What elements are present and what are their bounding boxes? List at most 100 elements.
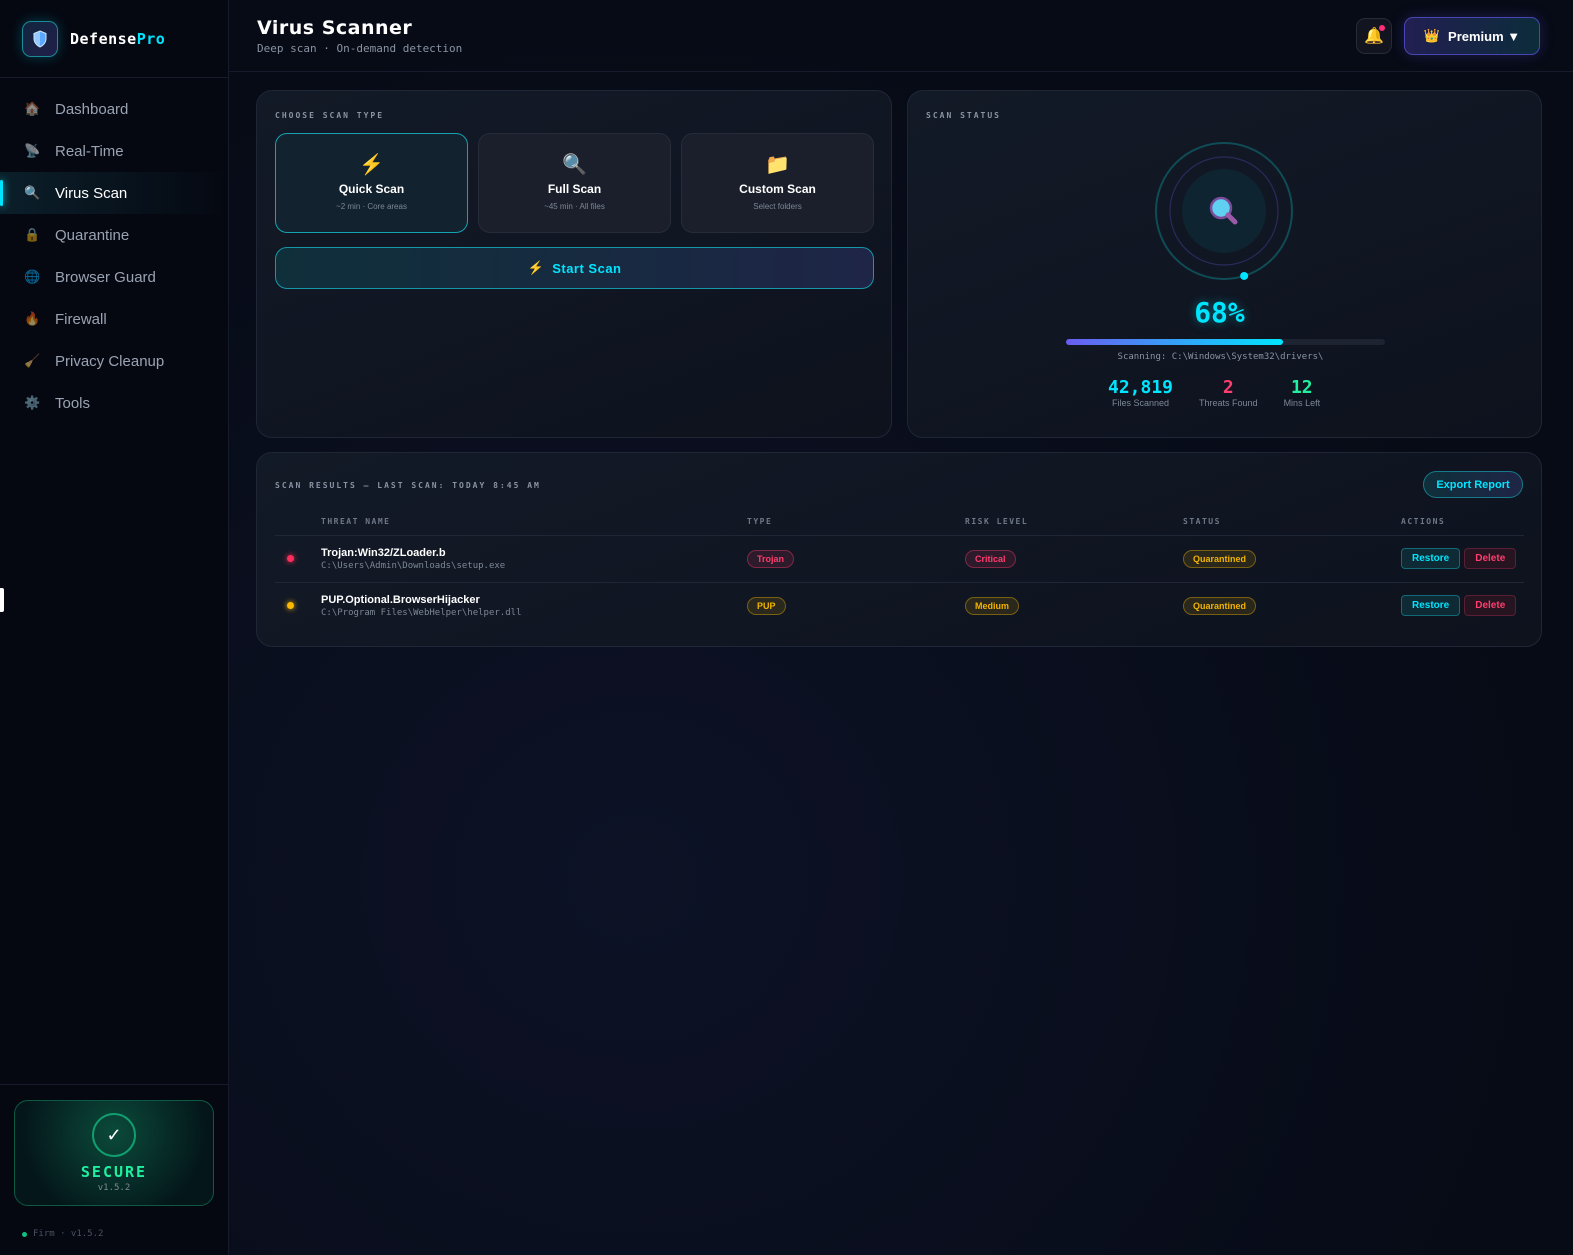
threat-type-badge: Trojan [747, 549, 795, 568]
check-icon: ✓ [92, 1113, 136, 1157]
brand-name: DefensePro [70, 29, 166, 48]
lock-icon: 🔒 [24, 227, 41, 242]
stat-label: Files Scanned [1111, 398, 1170, 408]
stat-label: Threats Found [1199, 398, 1258, 408]
results-table: THREAT NAME TYPE RISK LEVEL STATUS ACTIONS T… [275, 517, 1524, 629]
sidebar-item-tools[interactable]: ⚙️ Tools [0, 382, 228, 424]
stat-value: 2 [1222, 377, 1234, 398]
header: Virus Scanner Deep scan · On-demand dete… [229, 0, 1573, 72]
scan-percent: 68% [1194, 296, 1245, 329]
threat-name: Trojan:Win32/ZLoader.b [321, 546, 446, 559]
sidebar-item-label: Tools [55, 394, 91, 412]
risk-level-badge: Critical [965, 549, 1016, 568]
export-report-button[interactable]: Export Report [1423, 471, 1523, 498]
start-scan-button[interactable]: ⚡ Start Scan [275, 247, 874, 289]
shield-logo-icon [22, 20, 58, 57]
lightning-icon: ⚡ [527, 260, 545, 275]
scan-option-name: Full Scan [547, 182, 602, 196]
column-header: TYPE [747, 517, 965, 536]
stat-value: 12 [1290, 377, 1313, 398]
severity-dot-icon [287, 602, 294, 610]
sidebar-item-label: Real-Time [55, 142, 124, 160]
sidebar-item-virus-scan[interactable]: 🔍 Virus Scan [0, 172, 228, 214]
scan-results-heading: SCAN RESULTS — LAST SCAN: TODAY 8:45 AM [275, 481, 541, 490]
threat-path: C:\Program Files\WebHelper\helper.dll [321, 607, 522, 618]
magnifier-icon: 🔍 [562, 154, 587, 176]
scan-option-desc: Select folders [753, 202, 802, 211]
risk-level-badge: Medium [965, 596, 1020, 615]
stat-files-scanned: 42,819 Files Scanned [1108, 377, 1173, 408]
brand: DefensePro [0, 0, 228, 78]
lightning-icon: ⚡ [359, 154, 384, 176]
scan-option-desc: ~45 min · All files [544, 202, 605, 211]
scan-option-full-scan[interactable]: 🔍 Full Scan ~45 min · All files [478, 133, 671, 233]
table-row: Trojan:Win32/ZLoader.b C:\Users\Admin\Dow… [275, 535, 1524, 583]
scan-results-card: SCAN RESULTS — LAST SCAN: TODAY 8:45 AM … [256, 452, 1542, 647]
scan-option-quick-scan[interactable]: ⚡ Quick Scan ~2 min · Core areas [275, 133, 468, 233]
scan-option-custom-scan[interactable]: 📁 Custom Scan Select folders [681, 133, 874, 233]
scan-option-desc: ~2 min · Core areas [336, 202, 407, 211]
sidebar-item-browser-guard[interactable]: 🌐 Browser Guard [0, 256, 228, 298]
column-header [275, 517, 321, 536]
sidebar-nav: 🏠 Dashboard 📡 Real-Time 🔍 Virus Scan 🔒 Quaranti… [0, 88, 228, 424]
sidebar-item-label: Dashboard [55, 100, 129, 118]
scroll-handle[interactable] [0, 588, 4, 612]
delete-button[interactable]: Delete [1464, 548, 1517, 569]
status-badge: Quarantined [1183, 549, 1257, 568]
threat-path: C:\Users\Admin\Downloads\setup.exe [321, 560, 506, 571]
sidebar: DefensePro 🏠 Dashboard 📡 Real-Time 🔍 Virus Sc… [0, 0, 229, 1255]
scan-progress-ring [1155, 142, 1293, 280]
notification-badge [1379, 25, 1385, 31]
column-header: RISK LEVEL [965, 517, 1183, 536]
security-status-label: SECURE [80, 1163, 148, 1181]
sidebar-footer: ✓ SECURE v1.5.2 Firm · v1.5.2 [0, 1084, 228, 1239]
scan-option-name: Custom Scan [739, 182, 816, 196]
sidebar-item-label: Firewall [55, 310, 107, 328]
sidebar-item-label: Quarantine [55, 226, 130, 244]
sidebar-item-label: Browser Guard [55, 268, 156, 286]
premium-dropdown[interactable]: 👑 Premium ▼ [1404, 17, 1540, 55]
satellite-icon: 📡 [24, 143, 41, 158]
sidebar-item-privacy-cleanup[interactable]: 🧹 Privacy Cleanup [0, 340, 228, 382]
house-icon: 🏠 [24, 101, 41, 116]
stat-mins-left: 12 Mins Left [1284, 377, 1321, 408]
sidebar-item-firewall[interactable]: 🔥 Firewall [0, 298, 228, 340]
notifications-button[interactable]: 🔔 [1356, 18, 1392, 54]
threat-name: PUP.Optional.BrowserHijacker [321, 593, 480, 606]
column-header: ACTIONS [1401, 517, 1524, 536]
scan-type-card: CHOOSE SCAN TYPE ⚡ Quick Scan ~2 min · Cor… [256, 90, 892, 438]
column-header: STATUS [1183, 517, 1401, 536]
stat-value: 42,819 [1108, 377, 1174, 398]
status-dot-icon [22, 1231, 27, 1237]
restore-button[interactable]: Restore [1401, 595, 1461, 617]
sidebar-item-label: Virus Scan [55, 184, 128, 202]
status-badge: Quarantined [1183, 596, 1257, 615]
sidebar-item-dashboard[interactable]: 🏠 Dashboard [0, 88, 228, 130]
stat-label: Mins Left [1283, 398, 1321, 408]
column-header: THREAT NAME [321, 517, 747, 536]
globe-icon: 🌐 [24, 269, 41, 284]
scan-status-card: SCAN STATUS 68% Scanning: C:\Windows\Sys… [907, 90, 1542, 438]
scan-progress-fill [1066, 339, 1283, 345]
premium-label: Premium ▼ [1448, 28, 1521, 44]
scan-type-heading: CHOOSE SCAN TYPE [275, 111, 385, 120]
scan-progress-bar [1066, 339, 1385, 345]
severity-dot-icon [287, 555, 294, 562]
magnifier-icon: 🔍 [24, 185, 41, 200]
sidebar-item-real-time[interactable]: 📡 Real-Time [0, 130, 228, 172]
firmware-text: Firm · v1.5.2 [33, 1229, 104, 1239]
scan-status-heading: SCAN STATUS [926, 111, 1001, 120]
scan-option-name: Quick Scan [338, 182, 405, 196]
main-content: Virus Scanner Deep scan · On-demand dete… [229, 0, 1573, 1255]
ring-progress-dot [1240, 271, 1249, 280]
scan-type-options: ⚡ Quick Scan ~2 min · Core areas 🔍 Full Scan… [275, 133, 874, 233]
version-label: v1.5.2 [97, 1183, 131, 1193]
delete-button[interactable]: Delete [1464, 595, 1517, 617]
sidebar-item-quarantine[interactable]: 🔒 Quarantine [0, 214, 228, 256]
restore-button[interactable]: Restore [1401, 548, 1461, 569]
broom-icon: 🧹 [24, 353, 41, 368]
table-row: PUP.Optional.BrowserHijacker C:\Program F… [275, 582, 1524, 629]
threat-type-badge: PUP [747, 596, 786, 615]
start-scan-label: Start Scan [552, 260, 622, 276]
stat-threats-found: 2 Threats Found [1199, 377, 1258, 408]
